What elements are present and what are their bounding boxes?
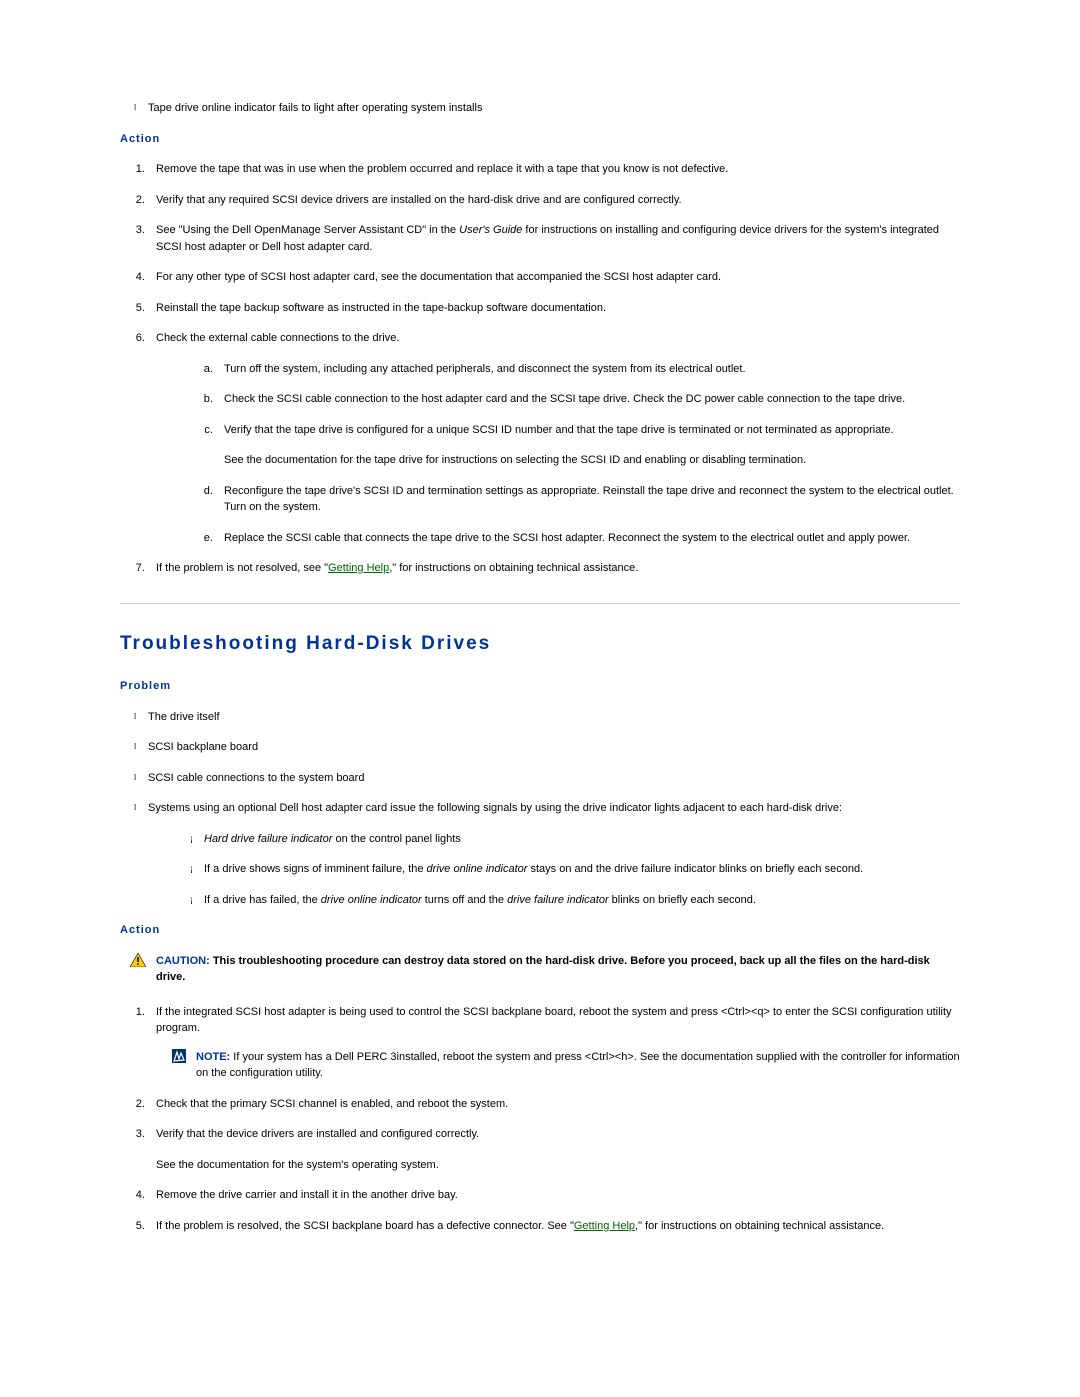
text: on the control panel lights — [332, 833, 460, 845]
step-5: If the problem is resolved, the SCSI bac… — [148, 1218, 960, 1235]
list-item: Systems using an optional Dell host adap… — [148, 800, 960, 908]
step-3: See "Using the Dell OpenManage Server As… — [148, 222, 960, 255]
substep-a: Turn off the system, including any attac… — [216, 361, 960, 378]
text: If a drive has failed, the — [204, 894, 321, 906]
italic-text: Hard drive failure indicator — [204, 833, 332, 845]
caution-callout: CAUTION: This troubleshooting procedure … — [120, 953, 960, 986]
caution-icon — [130, 953, 146, 967]
step-3: Verify that the device drivers are insta… — [148, 1126, 960, 1173]
list-item: The drive itself — [148, 709, 960, 726]
note-label: NOTE: — [196, 1051, 233, 1063]
text: See "Using the Dell OpenManage Server As… — [156, 224, 459, 236]
note-callout: NOTE: If your system has a Dell PERC 3in… — [172, 1049, 960, 1082]
getting-help-link[interactable]: Getting Help — [328, 562, 389, 574]
text: Check that the primary SCSI channel is e… — [156, 1098, 508, 1110]
caution-label: CAUTION: — [156, 955, 213, 967]
step-1: Remove the tape that was in use when the… — [148, 161, 960, 178]
text: Check the SCSI cable connection to the h… — [224, 393, 905, 405]
problem-sublist: Hard drive failure indicator on the cont… — [148, 831, 960, 909]
action-heading-2: Action — [120, 922, 960, 939]
text: Remove the tape that was in use when the… — [156, 163, 728, 175]
step-5: Reinstall the tape backup software as in… — [148, 300, 960, 317]
list-item: If a drive has failed, the drive online … — [204, 892, 960, 909]
substep-e: Replace the SCSI cable that connects the… — [216, 530, 960, 547]
caution-text: CAUTION: This troubleshooting procedure … — [156, 953, 960, 986]
text: Turn off the system, including any attac… — [224, 363, 746, 375]
step-1: If the integrated SCSI host adapter is b… — [148, 1004, 960, 1082]
text: If the integrated SCSI host adapter is b… — [156, 1006, 952, 1035]
text: SCSI backplane board — [148, 741, 258, 753]
list-item: Hard drive failure indicator on the cont… — [204, 831, 960, 848]
text: If the problem is not resolved, see " — [156, 562, 328, 574]
text: Check the external cable connections to … — [156, 332, 399, 344]
text: See the documentation for the system's o… — [156, 1157, 960, 1174]
text: Verify that the tape drive is configured… — [224, 424, 894, 436]
text: Verify that any required SCSI device dri… — [156, 194, 682, 206]
problem-heading: Problem — [120, 678, 960, 695]
substep-c: Verify that the tape drive is configured… — [216, 422, 960, 469]
text: Reconfigure the tape drive's SCSI ID and… — [224, 485, 954, 514]
substep-d: Reconfigure the tape drive's SCSI ID and… — [216, 483, 960, 516]
text: ," for instructions on obtaining technic… — [635, 1220, 884, 1232]
list-item: SCSI backplane board — [148, 739, 960, 756]
step-2: Verify that any required SCSI device dri… — [148, 192, 960, 209]
getting-help-link[interactable]: Getting Help — [574, 1220, 635, 1232]
step-7: If the problem is not resolved, see "Get… — [148, 560, 960, 577]
italic-text: drive online indicator — [427, 863, 528, 875]
text: The drive itself — [148, 711, 220, 723]
step-4: For any other type of SCSI host adapter … — [148, 269, 960, 286]
text: Reinstall the tape backup software as in… — [156, 302, 606, 314]
list-item: If a drive shows signs of imminent failu… — [204, 861, 960, 878]
text: If a drive shows signs of imminent failu… — [204, 863, 427, 875]
text: Systems using an optional Dell host adap… — [148, 802, 842, 814]
text: See the documentation for the tape drive… — [224, 452, 960, 469]
text: SCSI cable connections to the system boa… — [148, 772, 364, 784]
text: Verify that the device drivers are insta… — [156, 1128, 479, 1140]
note-text: NOTE: If your system has a Dell PERC 3in… — [196, 1049, 960, 1082]
note-icon — [172, 1049, 186, 1063]
action-steps: Remove the tape that was in use when the… — [120, 161, 960, 577]
list-item: Tape drive online indicator fails to lig… — [148, 100, 960, 117]
top-bullet-list: Tape drive online indicator fails to lig… — [120, 100, 960, 117]
step-6: Check the external cable connections to … — [148, 330, 960, 546]
text: If the problem is resolved, the SCSI bac… — [156, 1220, 574, 1232]
italic-text: drive failure indicator — [507, 894, 609, 906]
text: ," for instructions on obtaining technic… — [389, 562, 638, 574]
text: stays on and the drive failure indicator… — [527, 863, 863, 875]
step-2: Check that the primary SCSI channel is e… — [148, 1096, 960, 1113]
text: Tape drive online indicator fails to lig… — [148, 102, 482, 114]
action-heading: Action — [120, 131, 960, 148]
text: For any other type of SCSI host adapter … — [156, 271, 721, 283]
text: blinks on briefly each second. — [609, 894, 756, 906]
substep-b: Check the SCSI cable connection to the h… — [216, 391, 960, 408]
text: Remove the drive carrier and install it … — [156, 1189, 458, 1201]
text: turns off and the — [422, 894, 507, 906]
text: This troubleshooting procedure can destr… — [156, 955, 930, 984]
section-title: Troubleshooting Hard-Disk Drives — [120, 630, 960, 659]
users-guide-italic: User's Guide — [459, 224, 522, 236]
substeps: Turn off the system, including any attac… — [156, 361, 960, 547]
divider — [120, 603, 960, 604]
text: Replace the SCSI cable that connects the… — [224, 532, 910, 544]
italic-text: drive online indicator — [321, 894, 422, 906]
list-item: SCSI cable connections to the system boa… — [148, 770, 960, 787]
text: If your system has a Dell PERC 3installe… — [196, 1051, 960, 1080]
action-steps-bottom: If the integrated SCSI host adapter is b… — [120, 1004, 960, 1235]
step-4: Remove the drive carrier and install it … — [148, 1187, 960, 1204]
problem-list: The drive itself SCSI backplane board SC… — [120, 709, 960, 909]
